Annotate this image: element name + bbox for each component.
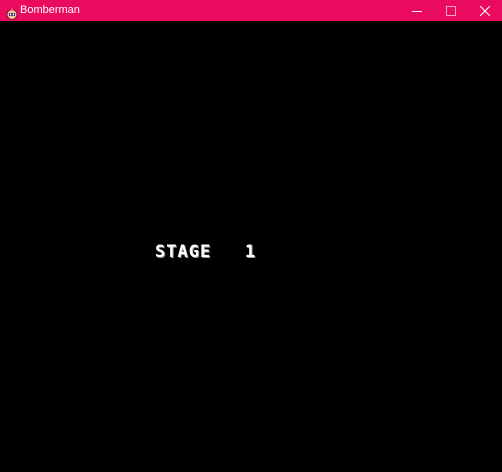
stage-number: 1 [244,242,257,262]
game-canvas[interactable]: STAGE 1 [0,21,502,472]
minimize-icon [412,6,422,16]
window-title: Bomberman [20,4,80,16]
maximize-button[interactable] [434,0,468,21]
stage-intro-text: STAGE 1 [155,243,256,261]
minimize-button[interactable] [400,0,434,21]
maximize-icon [446,5,456,16]
close-icon [480,5,490,16]
bomberman-head-icon [6,5,18,20]
close-button[interactable] [468,0,502,21]
title-bar[interactable]: Bomberman [0,0,502,21]
window-controls [400,0,502,21]
stage-label: STAGE [155,242,212,262]
game-window: Bomberman STAGE 1 [0,0,502,472]
